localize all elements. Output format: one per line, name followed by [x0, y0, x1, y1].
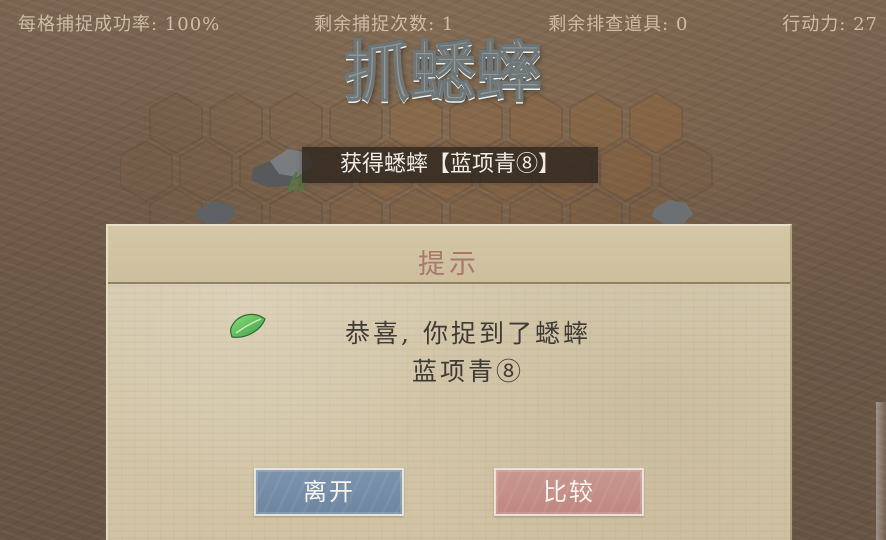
dialog-message-area: 恭喜, 你捉到了蟋蟀 蓝项青⑧ [228, 310, 648, 390]
dialog-message-line-1: 恭喜, 你捉到了蟋蟀 [345, 319, 591, 348]
action-points-label: 行动力: 27 [782, 14, 878, 35]
capture-result-banner: 获得蟋蟀【蓝项青⑧】 [302, 147, 598, 183]
dialog-message-line-2: 蓝项青⑧ [411, 357, 524, 386]
remaining-captures-label: 剩余捕捉次数: 1 [314, 14, 455, 35]
hex-cell [120, 139, 173, 203]
hex-cell [599, 139, 653, 203]
side-tab [876, 402, 886, 540]
game-title: 抓蟋蟀 [344, 34, 543, 111]
result-dialog: 提示 恭喜, 你捉到了蟋蟀 蓝项青⑧ 离开 比较 [106, 224, 792, 540]
game-screen: 每格捕捉成功率: 100% 剩余捕捉次数: 1 剩余排查道具: 0 行动力: 2… [0, 0, 886, 540]
compare-button[interactable]: 比较 [494, 468, 644, 516]
leaf-icon [228, 310, 268, 342]
hex-cell [179, 139, 233, 203]
leave-button-label: 离开 [303, 478, 355, 506]
dialog-title: 提示 [418, 249, 480, 280]
status-bar: 每格捕捉成功率: 100% 剩余捕捉次数: 1 剩余排查道具: 0 行动力: 2… [18, 10, 878, 36]
remaining-items-label: 剩余排查道具: 0 [548, 14, 689, 35]
title-wrap: 抓蟋蟀 [0, 34, 886, 111]
leave-button[interactable]: 离开 [254, 468, 404, 516]
dialog-header: 提示 [108, 226, 790, 284]
hex-cell [659, 139, 713, 203]
leaf-icon-svg [229, 313, 266, 338]
capture-rate-label: 每格捕捉成功率: 100% [18, 14, 221, 35]
compare-button-label: 比较 [543, 478, 595, 506]
